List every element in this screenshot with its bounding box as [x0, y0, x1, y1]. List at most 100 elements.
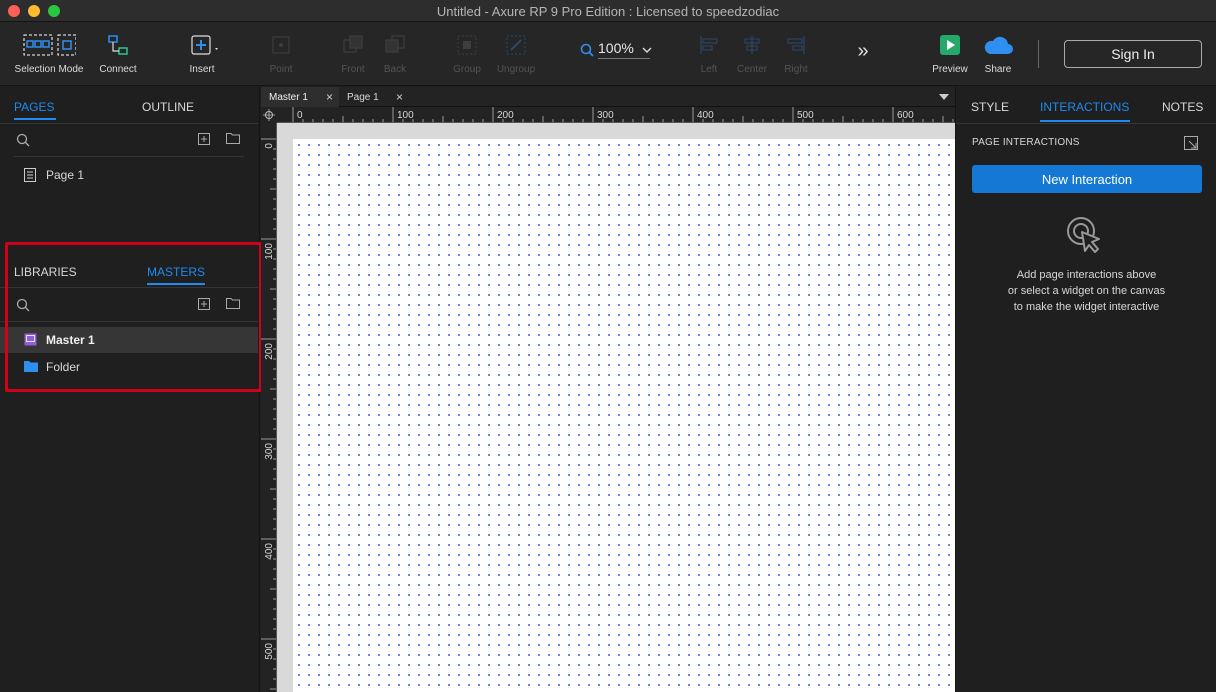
tap-gesture-icon: [1067, 217, 1100, 253]
interactions-tab-underline: [1040, 120, 1130, 122]
right-panel: STYLE INTERACTIONS NOTES PAGE INTERACTIO…: [955, 87, 1216, 692]
ruler-label: 500: [264, 643, 275, 660]
search-icon[interactable]: [16, 133, 30, 147]
align-right-button[interactable]: Right: [780, 30, 812, 75]
align-center-icon: [744, 36, 760, 54]
doc-tab-master-1[interactable]: Master 1 ×: [261, 87, 339, 107]
ruler-label: 300: [597, 110, 614, 121]
share-label: Share: [984, 64, 1012, 75]
group-label: Group: [453, 64, 481, 75]
hint-line-1: Add page interactions above: [1016, 269, 1157, 281]
preview-button[interactable]: Preview: [930, 30, 970, 75]
page-item-label: Page 1: [46, 168, 85, 182]
pages-search-divider: [14, 156, 244, 157]
ungroup-label: Ungroup: [496, 64, 536, 75]
ruler-origin[interactable]: [261, 107, 277, 123]
master-item-label: Master 1: [46, 333, 95, 347]
tab-masters[interactable]: MASTERS: [147, 265, 205, 279]
tab-pages[interactable]: PAGES: [14, 100, 54, 114]
ruler-label: 300: [264, 443, 275, 460]
bring-front-icon: [343, 35, 363, 53]
tab-outline[interactable]: OUTLINE: [142, 100, 194, 114]
lower-tabs-divider: [0, 287, 258, 288]
point-icon: [272, 36, 290, 54]
ruler-label: 200: [497, 110, 514, 121]
selection-mode-button[interactable]: Selection Mode: [12, 30, 86, 75]
back-label: Back: [383, 64, 407, 75]
right-tabs-divider: [956, 123, 1216, 124]
doc-tab-label: Master 1: [269, 91, 308, 103]
master-item-master-1[interactable]: Master 1: [0, 327, 258, 353]
folder-item-label: Folder: [46, 360, 81, 374]
align-left-button[interactable]: Left: [694, 30, 724, 75]
ungroup-icon: [506, 35, 526, 55]
front-button[interactable]: Front: [336, 30, 370, 75]
master-icon: [24, 333, 37, 346]
align-center-label: Center: [736, 64, 767, 75]
selection-mode-label: Selection Mode: [14, 64, 84, 75]
play-icon: [940, 35, 960, 55]
align-center-button[interactable]: Center: [734, 30, 770, 75]
vertical-ruler[interactable]: 0 100 200 300 400 500: [261, 123, 277, 692]
share-button[interactable]: Share: [980, 30, 1016, 75]
tab-interactions[interactable]: INTERACTIONS: [1040, 100, 1129, 114]
new-interaction-button[interactable]: New Interaction: [972, 165, 1202, 193]
front-label: Front: [341, 64, 365, 75]
double-chevron-icon: »: [857, 40, 869, 62]
tabs-divider: [0, 123, 258, 124]
group-button[interactable]: Group: [450, 30, 484, 75]
toolbar-divider: [1038, 40, 1039, 68]
preview-label: Preview: [932, 64, 968, 75]
expand-interactions-icon[interactable]: [1184, 136, 1198, 150]
masters-search-icon[interactable]: [16, 298, 30, 312]
align-left-icon: [700, 36, 718, 54]
master-item-folder[interactable]: Folder: [0, 354, 258, 380]
add-page-icon[interactable]: [198, 133, 210, 145]
zoom-control[interactable]: 100%: [580, 40, 652, 59]
document-tabs: Master 1 × Page 1 ×: [261, 87, 955, 107]
ruler-label: 500: [797, 110, 814, 121]
doc-tab-page-1[interactable]: Page 1 ×: [339, 87, 409, 107]
toolbar: Selection Mode Connect Insert Point Fron…: [0, 22, 1216, 86]
insert-button[interactable]: Insert: [182, 30, 222, 75]
cloud-icon: [984, 36, 1013, 54]
ruler-label: 400: [264, 543, 275, 560]
close-tab-icon[interactable]: ×: [396, 90, 403, 104]
ruler-label: 200: [264, 343, 275, 360]
back-button[interactable]: Back: [378, 30, 412, 75]
crosshair-icon: [263, 109, 275, 121]
add-folder-icon[interactable]: [226, 132, 240, 144]
group-icon: [457, 35, 477, 55]
title-bar: Untitled - Axure RP 9 Pro Edition : Lice…: [0, 0, 1216, 22]
ruler-label: 0: [297, 110, 303, 121]
horizontal-ruler[interactable]: 0 100 200 300 400 500 600: [277, 107, 955, 123]
align-left-label: Left: [700, 64, 718, 75]
doc-tab-label: Page 1: [347, 91, 379, 103]
more-tools-button[interactable]: »: [852, 40, 874, 63]
tab-style[interactable]: STYLE: [971, 100, 1009, 114]
add-master-folder-icon[interactable]: [226, 297, 240, 309]
sign-in-button[interactable]: Sign In: [1064, 40, 1202, 68]
insert-icon: [191, 35, 218, 55]
tab-notes[interactable]: NOTES: [1162, 100, 1203, 114]
add-master-icon[interactable]: [198, 298, 210, 310]
left-panel: PAGES OUTLINE Page 1 LIBRARIES MASTERS M…: [0, 87, 260, 692]
page-interactions-title: PAGE INTERACTIONS: [972, 137, 1080, 148]
hint-line-3: to make the widget interactive: [1013, 301, 1160, 313]
connect-button[interactable]: Connect: [96, 30, 140, 75]
close-tab-icon[interactable]: ×: [326, 90, 333, 104]
page-item-page-1[interactable]: Page 1: [0, 162, 258, 188]
ungroup-button[interactable]: Ungroup: [494, 30, 538, 75]
design-canvas[interactable]: [293, 139, 955, 692]
masters-search-divider: [0, 321, 258, 322]
tab-libraries[interactable]: LIBRARIES: [14, 265, 77, 279]
folder-icon: [24, 361, 38, 372]
point-button[interactable]: Point: [264, 30, 298, 75]
tabs-dropdown-icon[interactable]: [939, 94, 949, 101]
canvas-area: Master 1 × Page 1 × 0 100 200 300 400 500 600 …: [261, 87, 955, 692]
selection-mode-icon: [23, 34, 76, 56]
ruler-label: 600: [897, 110, 914, 121]
point-label: Point: [269, 64, 293, 75]
ruler-label: 100: [397, 110, 414, 121]
masters-search-row: [14, 294, 246, 318]
